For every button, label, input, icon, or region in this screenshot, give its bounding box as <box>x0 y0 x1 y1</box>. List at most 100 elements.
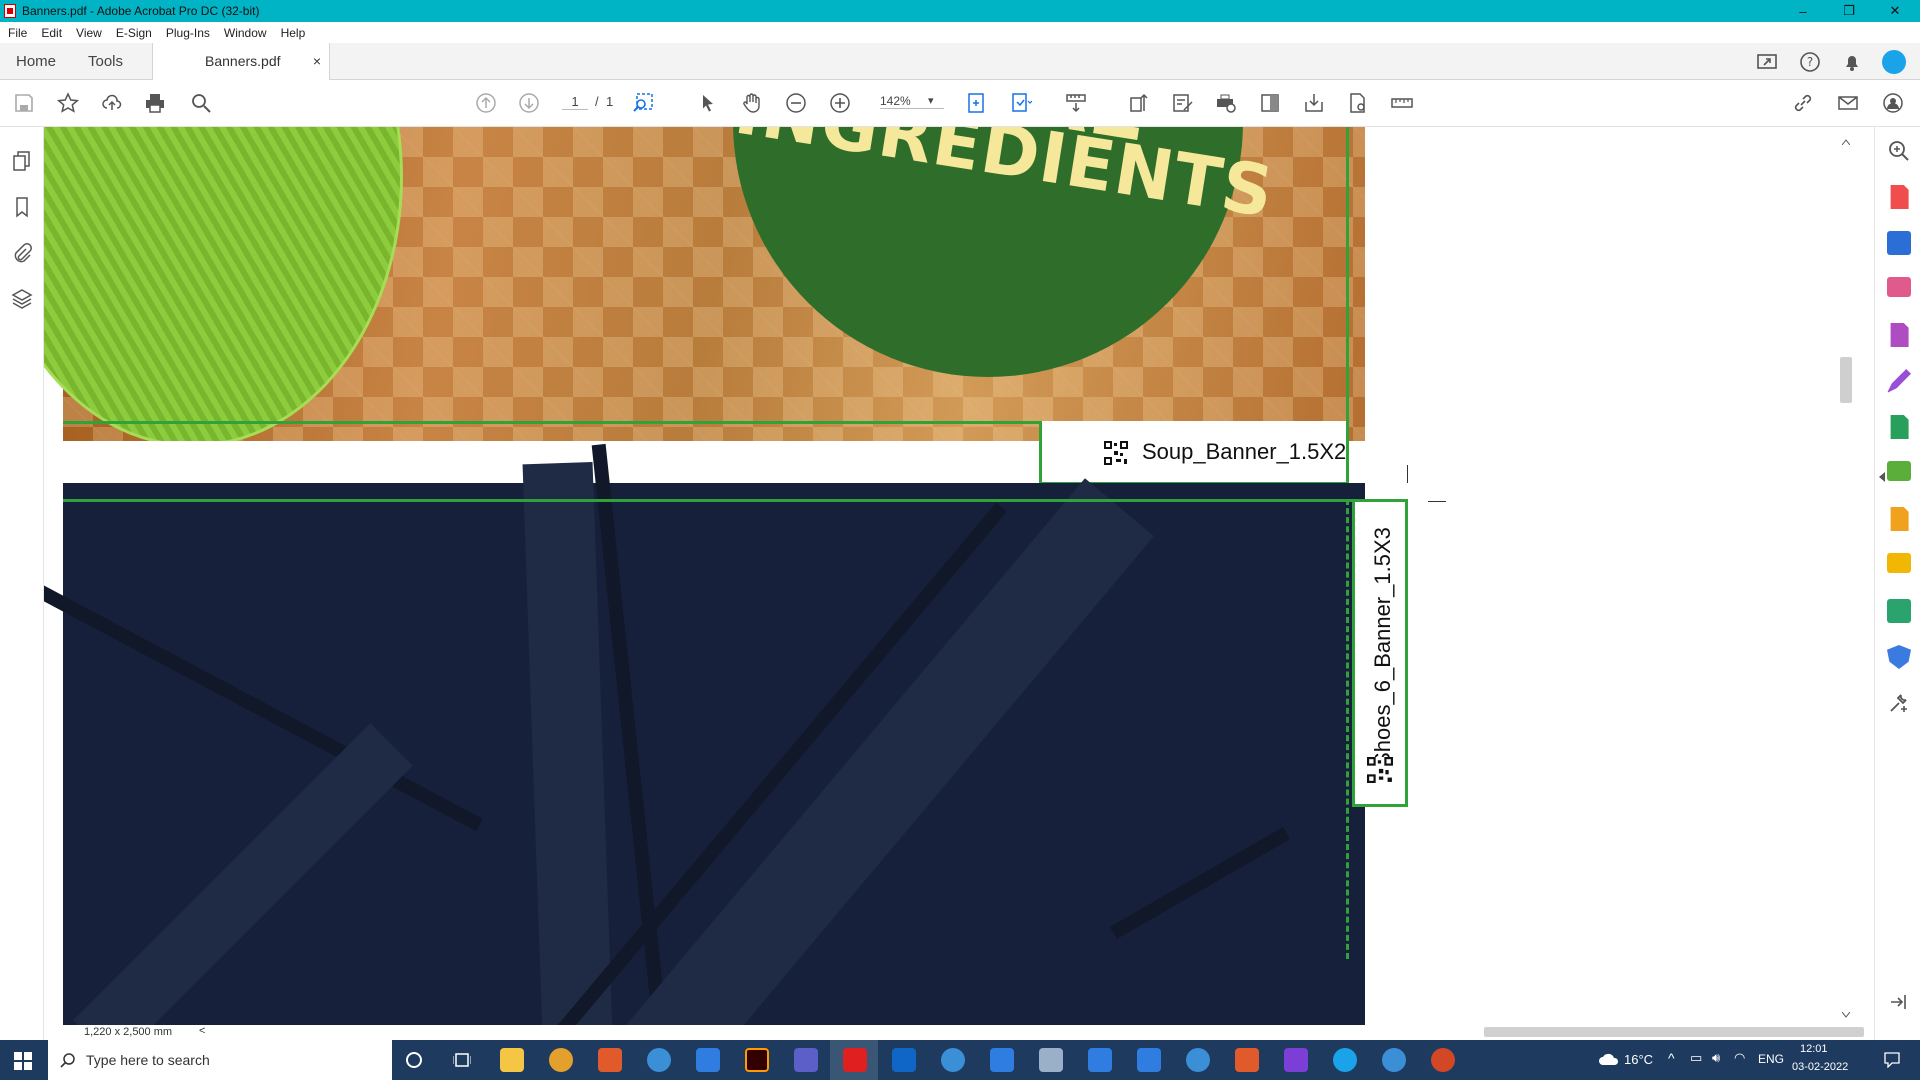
edit-pdf-tool-icon[interactable] <box>1890 323 1909 347</box>
print-icon[interactable] <box>142 90 168 116</box>
speaker-icon[interactable]: 🔊︎ <box>1712 1050 1720 1066</box>
find-search-icon[interactable] <box>188 90 214 116</box>
page-number-input[interactable]: 1 <box>562 94 588 110</box>
restore-button[interactable]: ❐ <box>1826 0 1872 22</box>
scrollbar-thumb[interactable] <box>1840 357 1852 403</box>
document-properties-icon[interactable] <box>1345 90 1371 116</box>
previous-page-icon[interactable] <box>473 90 499 116</box>
clapper-app-icon[interactable] <box>1039 1048 1063 1072</box>
tab-home[interactable]: Home <box>16 43 56 80</box>
layers-icon[interactable] <box>8 285 36 313</box>
menu-window[interactable]: Window <box>224 26 267 40</box>
teams-icon[interactable] <box>794 1048 818 1072</box>
zoom-marquee-icon[interactable] <box>630 90 656 116</box>
weather-cloud-icon[interactable] <box>1598 1052 1620 1066</box>
language-indicator[interactable]: ENG <box>1758 1052 1784 1066</box>
page-thumbnails-icon[interactable] <box>8 147 36 175</box>
export-pdf-icon[interactable] <box>1887 231 1911 255</box>
more-tools-wrench-icon[interactable] <box>1887 691 1911 715</box>
zoom-search-icon[interactable] <box>1887 139 1911 163</box>
sync-app-icon[interactable] <box>1382 1048 1406 1072</box>
tray-chevron-icon[interactable]: ^ <box>1668 1050 1675 1066</box>
acrobat-taskbar-icon[interactable] <box>843 1048 867 1072</box>
taskbar-search-box[interactable]: Type here to search <box>48 1040 392 1080</box>
sync-app-icon[interactable] <box>1186 1048 1210 1072</box>
scroll-left-icon[interactable]: < <box>199 1025 205 1037</box>
fit-page-icon[interactable] <box>963 90 989 116</box>
app-window-icon[interactable] <box>990 1048 1014 1072</box>
clock-date[interactable]: 03-02-2022 <box>1792 1061 1848 1073</box>
print-production-tool-icon[interactable] <box>1887 599 1911 623</box>
menu-plugins[interactable]: Plug-Ins <box>166 26 210 40</box>
email-icon[interactable] <box>1835 90 1861 116</box>
task-view-icon[interactable] <box>453 1052 471 1068</box>
combine-files-icon[interactable] <box>1890 507 1909 531</box>
protect-shield-icon[interactable] <box>1887 645 1911 669</box>
outlook-icon[interactable] <box>892 1048 916 1072</box>
preflight-icon[interactable] <box>1257 90 1283 116</box>
zoom-out-icon[interactable] <box>783 90 809 116</box>
print-production-icon[interactable] <box>1213 90 1239 116</box>
clock-time[interactable]: 12:01 <box>1800 1043 1828 1055</box>
wifi-icon[interactable]: ◠ <box>1734 1050 1745 1066</box>
menu-edit[interactable]: Edit <box>41 26 62 40</box>
menu-help[interactable]: Help <box>281 26 306 40</box>
comment-icon[interactable] <box>1887 553 1911 573</box>
star-bookmark-icon[interactable] <box>55 90 81 116</box>
app-icon[interactable] <box>598 1048 622 1072</box>
menu-view[interactable]: View <box>76 26 102 40</box>
horizontal-scrollbar-thumb[interactable] <box>1484 1027 1864 1037</box>
zoom-in-icon[interactable] <box>827 90 853 116</box>
page-display-icon[interactable] <box>1008 90 1034 116</box>
app-window-icon[interactable] <box>1088 1048 1112 1072</box>
minimize-button[interactable]: – <box>1780 0 1826 22</box>
app-icon[interactable] <box>1333 1048 1357 1072</box>
weather-temp[interactable]: 16°C <box>1624 1052 1653 1067</box>
sync-app-icon[interactable] <box>941 1048 965 1072</box>
edit-pdf-icon[interactable] <box>1170 90 1196 116</box>
chrome-icon[interactable] <box>549 1048 573 1072</box>
app-icon[interactable] <box>1235 1048 1259 1072</box>
tab-document[interactable]: Banners.pdf × <box>152 43 330 80</box>
share-screen-icon[interactable] <box>1756 51 1778 73</box>
upload-cloud-icon[interactable] <box>99 90 125 116</box>
share-link-icon[interactable] <box>1790 90 1816 116</box>
app-icon[interactable] <box>1284 1048 1308 1072</box>
help-icon[interactable]: ? <box>1799 51 1821 73</box>
cortana-icon[interactable] <box>406 1052 422 1068</box>
add-user-icon[interactable] <box>1880 90 1906 116</box>
close-window-button[interactable]: ✕ <box>1872 0 1918 22</box>
export-icon[interactable] <box>1301 90 1327 116</box>
organize-pages-icon[interactable] <box>1126 90 1152 116</box>
hand-tool-icon[interactable] <box>739 90 765 116</box>
sync-app-icon[interactable] <box>647 1048 671 1072</box>
save-icon[interactable] <box>11 90 37 116</box>
bookmarks-icon[interactable] <box>8 193 36 221</box>
fill-sign-icon[interactable] <box>1887 369 1911 393</box>
battery-icon[interactable]: ▭ <box>1690 1050 1702 1066</box>
action-center-icon[interactable] <box>1884 1052 1900 1068</box>
app-window-icon[interactable] <box>1137 1048 1161 1072</box>
windows-start-icon[interactable] <box>14 1052 32 1070</box>
collapse-right-pane-icon[interactable] <box>1877 471 1887 483</box>
close-tab-icon[interactable]: × <box>313 43 321 80</box>
app-window-icon[interactable] <box>696 1048 720 1072</box>
scroll-mode-icon[interactable] <box>1063 90 1089 116</box>
powerpoint-icon[interactable] <box>1431 1048 1455 1072</box>
scroll-down-icon[interactable] <box>1842 1012 1850 1018</box>
hide-tools-pane-icon[interactable] <box>1889 993 1909 1011</box>
select-pointer-icon[interactable] <box>695 90 721 116</box>
zoom-dropdown-caret-icon[interactable]: ▾ <box>928 94 934 107</box>
tab-tools[interactable]: Tools <box>88 43 123 80</box>
zoom-level-select[interactable]: 142% <box>880 94 944 109</box>
notifications-bell-icon[interactable] <box>1841 51 1863 73</box>
organize-pages-tool-icon[interactable] <box>1887 277 1911 297</box>
account-avatar[interactable] <box>1882 50 1906 74</box>
scroll-up-icon[interactable] <box>1842 139 1850 145</box>
compare-files-icon[interactable] <box>1887 461 1911 481</box>
create-pdf-icon[interactable] <box>1890 185 1909 209</box>
measure-icon[interactable] <box>1389 90 1415 116</box>
file-explorer-icon[interactable] <box>500 1048 524 1072</box>
illustrator-icon[interactable] <box>745 1048 769 1072</box>
request-signature-icon[interactable] <box>1890 415 1909 439</box>
